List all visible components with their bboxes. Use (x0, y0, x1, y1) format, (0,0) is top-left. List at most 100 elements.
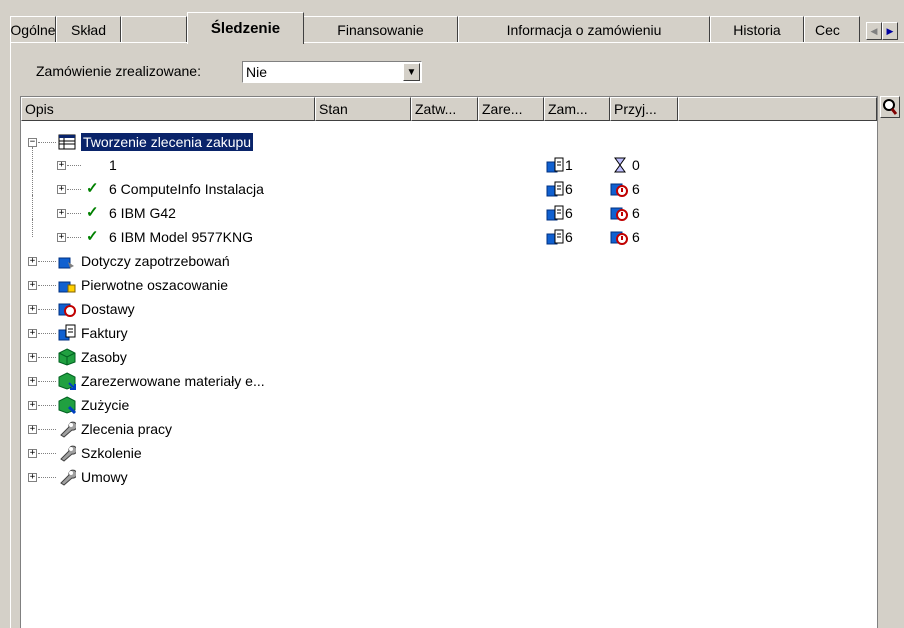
tree-line (38, 309, 56, 311)
expand-toggle[interactable]: + (28, 353, 37, 362)
tree-line (38, 405, 56, 407)
tree-row-label: Tworzenie zlecenia zakupu (81, 133, 254, 151)
filter-label: Zamówienie zrealizowane: (36, 63, 201, 79)
tree-line (67, 189, 81, 191)
tree-row-root[interactable]: − Tworzenie zlecenia zakupu (21, 130, 861, 154)
column-label: Stan (319, 101, 348, 117)
tree-line (38, 285, 56, 287)
tree-row-node[interactable]: + Zasoby (21, 345, 861, 369)
tree-row-line-item[interactable]: + ✓ 6 IBM Model 9577KNG 6 6 (21, 219, 861, 249)
table-icon (58, 134, 76, 150)
tree-row-label: Faktury (81, 325, 128, 341)
delivery-icon (610, 231, 628, 245)
tree-row-node[interactable]: + Pierwotne oszacowanie (21, 273, 861, 297)
expand-toggle[interactable]: + (57, 209, 66, 218)
collapse-toggle[interactable]: − (28, 138, 37, 147)
tree-row-line-item[interactable]: + ✓ 6 IBM G42 6 6 (21, 195, 861, 225)
tree-row-node[interactable]: + Zarezerwowane materiały e... (21, 369, 861, 393)
order-icon (546, 157, 564, 173)
expand-toggle[interactable]: + (28, 329, 37, 338)
tree-row-label: 6 ComputeInfo Instalacja (109, 181, 264, 197)
column-header-row: Opis Stan Zatw... Zare... Zam... Przyj..… (21, 97, 877, 121)
tab-cechy[interactable]: Cec (804, 16, 860, 42)
expand-toggle[interactable]: + (57, 185, 66, 194)
column-label: Zare... (482, 101, 523, 117)
tab-finansowanie[interactable]: Finansowanie (303, 16, 458, 42)
tree-row-node[interactable]: + Dotyczy zapotrzebowań (21, 249, 861, 273)
column-label: Zatw... (415, 101, 457, 117)
delivery-icon (58, 303, 76, 317)
cell-zam: 6 (565, 205, 573, 221)
check-icon: ✓ (86, 204, 99, 221)
tab-historia[interactable]: Historia (710, 16, 804, 42)
column-header-stan[interactable]: Stan (315, 97, 411, 121)
tree-row-node[interactable]: + Faktury (21, 321, 861, 345)
tab-label: Informacja o zamówieniu (506, 21, 662, 38)
tree-line (38, 429, 56, 431)
tree-line (32, 147, 34, 171)
tab-sklad[interactable]: Skład (56, 16, 121, 42)
expand-toggle[interactable]: + (28, 377, 37, 386)
wrench-icon (60, 469, 76, 486)
tree-row-node[interactable]: + Zużycie (21, 393, 861, 417)
column-header-zatw[interactable]: Zatw... (411, 97, 478, 121)
tree-row-label: 1 (109, 157, 117, 173)
tree-row-node[interactable]: + Dostawy (21, 297, 861, 321)
search-button[interactable] (880, 96, 900, 118)
tree-row-label: Zarezerwowane materiały e... (81, 373, 265, 389)
expand-toggle[interactable]: + (28, 401, 37, 410)
tree-line (67, 237, 81, 239)
order-icon (546, 229, 564, 245)
tab-informacja[interactable]: Informacja o zamówieniu (458, 16, 710, 42)
expand-toggle[interactable]: + (28, 281, 37, 290)
order-icon (546, 181, 564, 197)
tab-label: Skład (70, 21, 107, 38)
tree-row-line-item[interactable]: +1 1 0 (21, 147, 861, 177)
column-label: Zam... (548, 101, 588, 117)
cell-przyj: 6 (632, 205, 640, 221)
tab-ogolne[interactable]: Ogólne (10, 16, 56, 42)
tree-line (38, 333, 56, 335)
expand-toggle[interactable]: + (28, 473, 37, 482)
expand-toggle[interactable]: + (28, 257, 37, 266)
expand-toggle[interactable]: + (28, 305, 37, 314)
arrow-left-icon: ◀ (870, 25, 878, 36)
expand-toggle[interactable]: + (57, 161, 66, 170)
cell-przyj: 6 (632, 229, 640, 245)
tree-row-label: Umowy (81, 469, 128, 485)
column-header-opis[interactable]: Opis (21, 97, 315, 121)
tree-row-node[interactable]: + Umowy (21, 465, 861, 489)
expand-toggle[interactable]: + (28, 425, 37, 434)
cell-zam: 6 (565, 181, 573, 197)
tree-line (38, 357, 56, 359)
tree-row-node[interactable]: + Zlecenia pracy (21, 417, 861, 441)
cell-przyj: 0 (632, 157, 640, 173)
tree-row-line-item[interactable]: + ✓ 6 ComputeInfo Instalacja 6 6 (21, 171, 861, 201)
expand-toggle[interactable]: + (57, 233, 66, 242)
consumption-icon (58, 396, 76, 414)
tree-line (67, 213, 81, 215)
tree-row-node[interactable]: + Szkolenie (21, 441, 861, 465)
dropdown-button[interactable]: ▼ (403, 63, 420, 81)
cube-icon (58, 348, 76, 366)
tree-row-label: Zużycie (81, 397, 130, 413)
tree-line (38, 142, 56, 144)
tree-row-label: Zlecenia pracy (81, 421, 173, 437)
wrench-icon (60, 421, 76, 438)
column-header-przyj[interactable]: Przyj... (610, 97, 678, 121)
select-value: Nie (246, 64, 268, 80)
tracking-tree-list[interactable]: Opis Stan Zatw... Zare... Zam... Przyj..… (20, 96, 878, 628)
tab-divider (10, 42, 904, 43)
tab-scroll-left-button[interactable]: ◀ (866, 22, 882, 40)
tab-sledzenie[interactable]: Śledzenie (187, 12, 304, 44)
tab-sklad-gap (121, 16, 187, 42)
tab-label: Ogólne (10, 21, 56, 38)
order-completed-select[interactable]: Nie ▼ (242, 61, 422, 83)
cell-zam: 1 (565, 157, 573, 173)
tab-scroll-right-button[interactable]: ▶ (882, 22, 898, 40)
order-icon (546, 205, 564, 221)
tree-line (67, 165, 81, 167)
column-header-zare[interactable]: Zare... (478, 97, 544, 121)
expand-toggle[interactable]: + (28, 449, 37, 458)
column-header-zam[interactable]: Zam... (544, 97, 610, 121)
